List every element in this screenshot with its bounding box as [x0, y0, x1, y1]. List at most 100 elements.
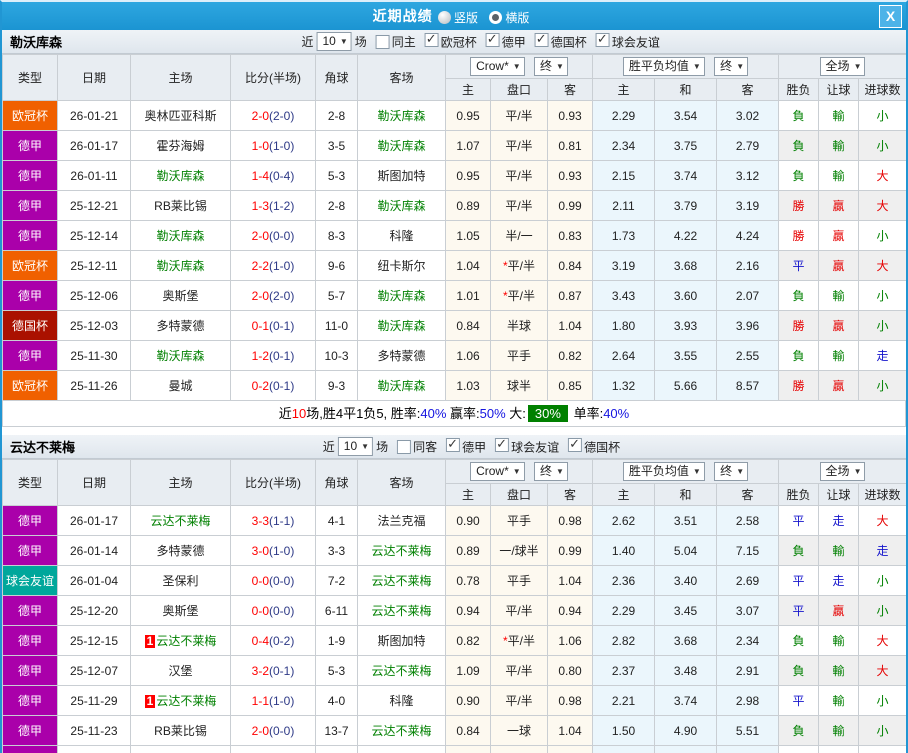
summary-segment: 大:	[505, 406, 526, 421]
home-team: 1 云达不莱梅	[130, 625, 231, 656]
mean-away: 2.69	[715, 565, 780, 596]
match-score: 2-0(2-0)	[230, 280, 316, 311]
league-checkbox[interactable]	[485, 31, 500, 47]
col-score: 比分(半场)	[230, 459, 316, 506]
odds-final-select[interactable]: 终 ▼	[534, 57, 568, 76]
match-date: 26-01-17	[57, 130, 131, 161]
full-time-score: 1-2	[251, 348, 269, 363]
match-date: 25-12-03	[57, 310, 131, 341]
match-date: 25-12-20	[57, 595, 131, 626]
filter-bar: 近 10▼ 场 同客 德甲 球会友谊 德国杯	[323, 436, 620, 456]
close-button[interactable]: X	[879, 5, 902, 28]
result-handicap: 輸	[818, 100, 860, 131]
odds-home: 1.04	[445, 250, 491, 281]
odds-away: 0.85	[547, 370, 593, 401]
result-outcome: 勝	[778, 745, 820, 753]
odds-company-select[interactable]: Crow* ▼	[470, 462, 525, 481]
match-date: 26-01-04	[57, 565, 131, 596]
result-goals: 小	[858, 130, 906, 161]
recent-count-select[interactable]: 10 ▼	[337, 437, 374, 456]
vertical-layout-radio[interactable]	[437, 11, 451, 25]
col-handicap: 盘口	[490, 78, 548, 101]
mean-final-select[interactable]: 终 ▼	[714, 462, 749, 481]
odds-home: 0.78	[445, 565, 491, 596]
col-mean-draw: 和	[654, 78, 717, 101]
record-summary: 近10场,胜4平1负5, 胜率:40% 赢率:50% 大: 30% 单率:40%	[2, 401, 906, 427]
league-checkbox[interactable]	[534, 31, 549, 47]
result-goals: 小	[858, 595, 906, 626]
record-table-bremen: 类型 日期 主场 比分(半场) 角球 客场 Crow* ▼ 终 ▼ 胜平负均值 ▼ 终…	[2, 459, 906, 753]
handicap-line: 平手	[490, 565, 548, 596]
match-score: 1-0(1-0)	[230, 130, 316, 161]
away-team: 云达不莱梅	[357, 535, 446, 566]
full-match-select[interactable]: 全场 ▼	[819, 462, 866, 481]
home-team-name: 勒沃库森	[156, 349, 205, 363]
league-checkbox[interactable]	[446, 436, 461, 452]
match-date: 25-12-15	[57, 625, 131, 656]
mean-final-select[interactable]: 终 ▼	[714, 57, 749, 76]
horizontal-layout-label[interactable]: 横版	[505, 11, 529, 25]
match-type-badge: 德甲	[2, 340, 58, 371]
league-checkbox[interactable]	[595, 31, 610, 47]
dialog-title: 近期战绩	[372, 7, 433, 24]
mean-home: 2.34	[592, 130, 655, 161]
home-team-name: 勒沃库森	[156, 169, 205, 183]
odds-final-select[interactable]: 终 ▼	[534, 462, 568, 481]
league-label[interactable]: 德甲	[502, 35, 526, 49]
vertical-layout-label[interactable]: 竖版	[454, 11, 478, 25]
recent-count-select[interactable]: 10 ▼	[316, 32, 352, 51]
full-match-select[interactable]: 全场 ▼	[819, 57, 866, 76]
match-type-badge: 球会友谊	[2, 565, 58, 596]
odds-away: 0.93	[547, 160, 593, 191]
team-name: 云达不莱梅	[10, 440, 76, 455]
mean-home: 1.73	[592, 220, 655, 251]
corner-count: 3-5	[315, 130, 358, 161]
col-result-handicap: 让球	[818, 483, 860, 506]
league-label[interactable]: 球会友谊	[511, 440, 559, 454]
dialog-titlebar: 近期战绩 竖版 横版 X	[2, 2, 906, 30]
league-label[interactable]: 德国杯	[584, 440, 620, 454]
away-team: 沃尔夫斯堡	[357, 745, 446, 753]
same-venue-label[interactable]: 同主	[392, 33, 416, 50]
away-team-name: 云达不莱梅	[371, 664, 432, 678]
away-team: 勒沃库森	[357, 190, 446, 221]
mean-away: 5.51	[715, 715, 780, 746]
league-label[interactable]: 欧冠杯	[441, 35, 477, 49]
away-team-name: 斯图加特	[377, 169, 426, 183]
corner-count: 5-3	[315, 160, 358, 191]
summary-segment: 单率:	[569, 406, 604, 421]
same-venue-checkbox[interactable]	[375, 34, 390, 49]
match-date: 25-12-21	[57, 190, 131, 221]
mean-away: 2.16	[715, 250, 780, 281]
league-label[interactable]: 球会友谊	[612, 35, 660, 49]
home-team-name: 汉堡	[168, 664, 193, 678]
odds-company-select[interactable]: Crow* ▼	[470, 57, 525, 76]
mean-home: 1.80	[592, 310, 655, 341]
away-team: 勒沃库森	[357, 370, 446, 401]
half-time-score: (0-1)	[269, 663, 295, 678]
league-checkbox[interactable]	[495, 436, 510, 452]
match-date: 25-11-26	[57, 370, 131, 401]
corner-count: 4-1	[315, 505, 358, 536]
mean-away: 3.02	[715, 100, 780, 131]
match-type-badge: 欧冠杯	[2, 250, 58, 281]
league-checkbox[interactable]	[568, 436, 583, 452]
away-team-name: 勒沃库森	[377, 289, 426, 303]
same-venue-checkbox[interactable]	[397, 439, 412, 454]
result-goals: 小	[858, 565, 906, 596]
league-label[interactable]: 德甲	[462, 440, 486, 454]
result-outcome: 勝	[778, 310, 820, 341]
same-venue-label[interactable]: 同客	[413, 438, 437, 455]
match-date: 25-11-29	[57, 685, 131, 716]
league-label[interactable]: 德国杯	[551, 35, 587, 49]
mean-away: 8.57	[715, 370, 780, 401]
mean-odds-select[interactable]: 胜平负均值 ▼	[622, 57, 705, 76]
away-team-name: 云达不莱梅	[371, 574, 432, 588]
league-checkbox[interactable]	[424, 31, 439, 47]
away-team-name: 云达不莱梅	[371, 544, 432, 558]
col-result-wdl: 胜负	[778, 483, 820, 506]
home-team: 勒沃库森	[130, 160, 231, 191]
mean-draw: 5.04	[654, 535, 717, 566]
horizontal-layout-radio[interactable]	[489, 11, 503, 25]
mean-odds-select[interactable]: 胜平负均值 ▼	[622, 462, 705, 481]
